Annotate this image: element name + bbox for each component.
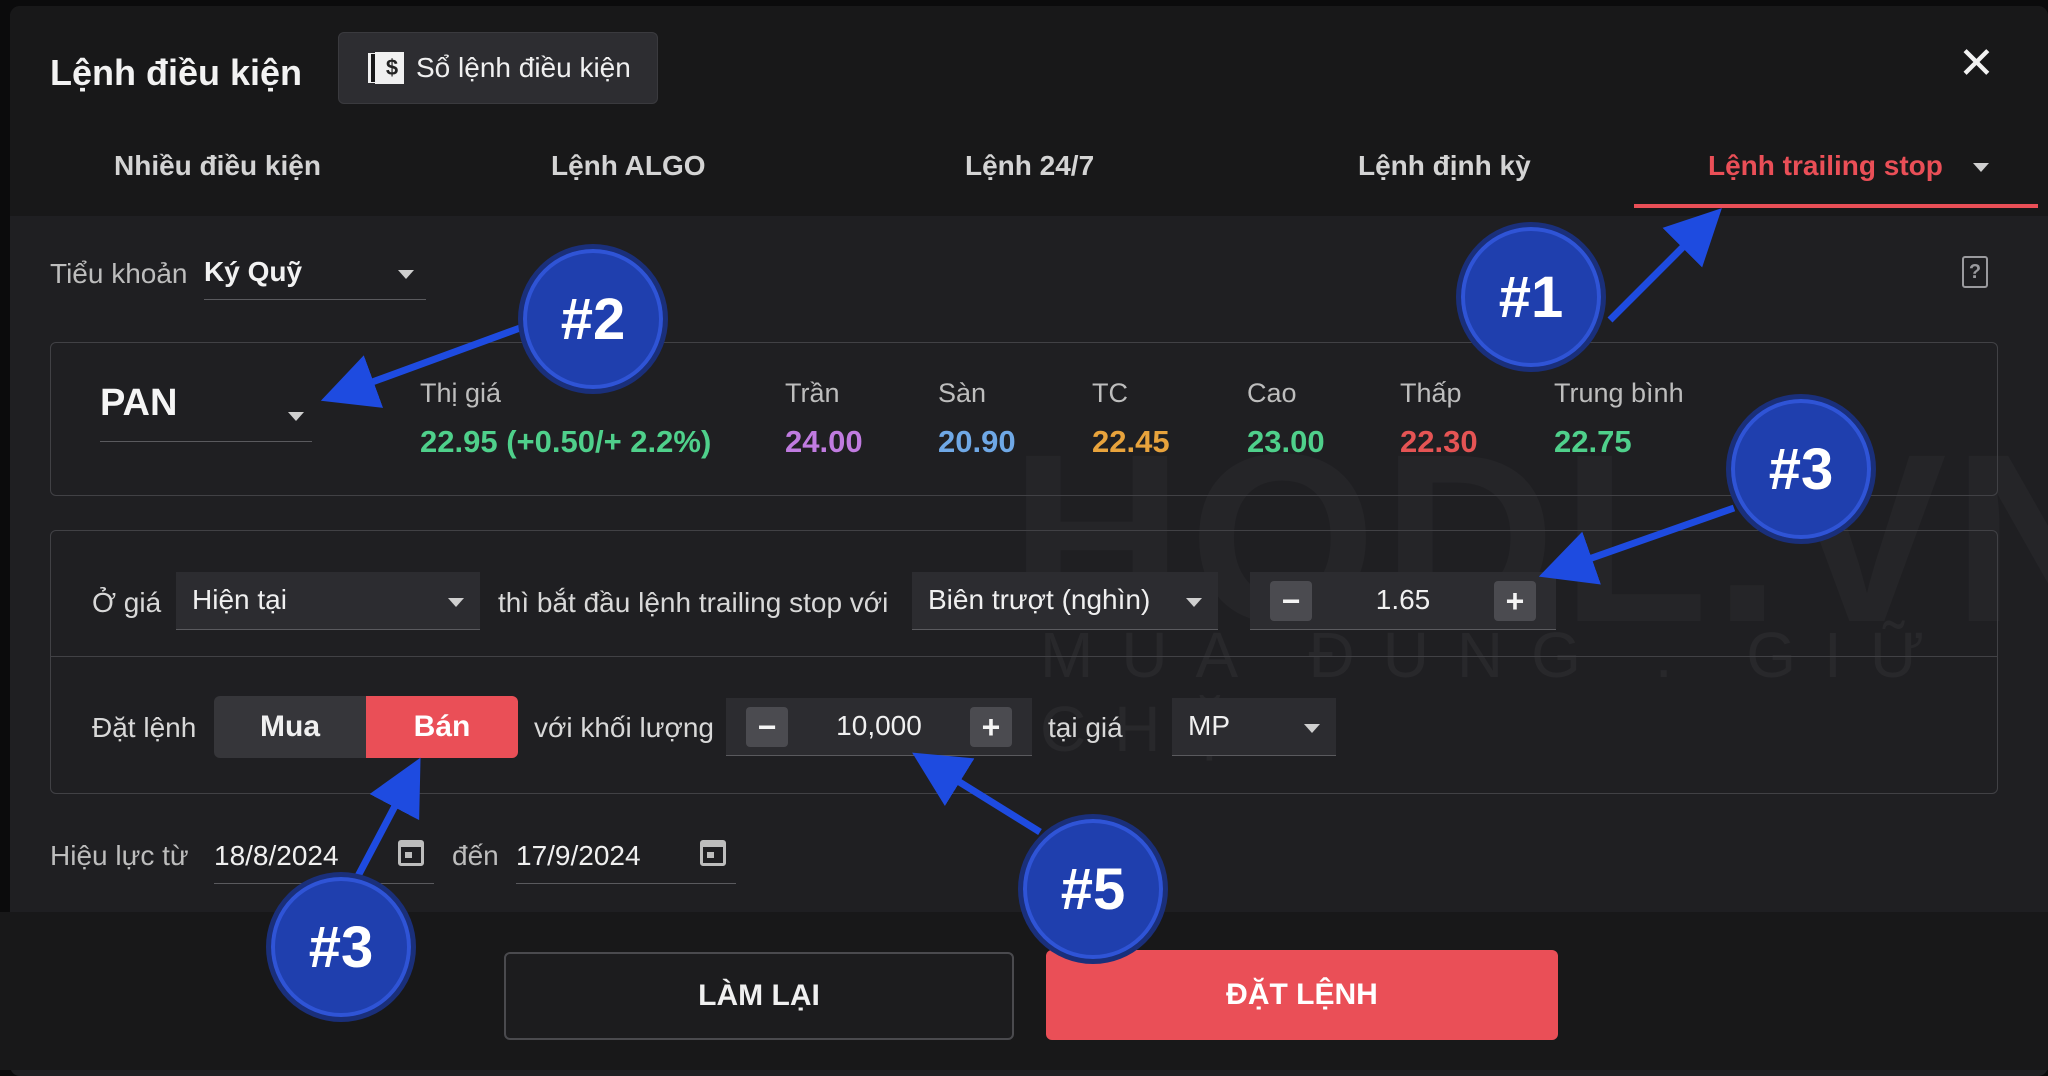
quote-label-market-price: Thị giá (420, 378, 502, 408)
calendar-icon[interactable] (700, 840, 726, 866)
annotation-badge-1: #1 (1456, 222, 1606, 372)
valid-from-label: Hiệu lực từ (50, 840, 189, 871)
place-order-label: Đặt lệnh (92, 712, 197, 743)
order-type-tabs: Nhiều điều kiện Lệnh ALGO Lệnh 24/7 Lệnh… (0, 138, 2048, 210)
price-mode-select[interactable]: Hiện tại (176, 572, 480, 630)
chevron-down-icon (1972, 163, 1989, 173)
valid-to-date[interactable]: 17/9/2024 (516, 826, 736, 884)
tab-trailing-stop[interactable]: Lệnh trailing stop (1708, 150, 1989, 182)
quote-value-ceiling: 24.00 (785, 424, 863, 459)
calendar-icon[interactable] (398, 840, 424, 866)
quote-value-average: 22.75 (1554, 424, 1632, 459)
annotation-badge-3-bottom: #3 (266, 872, 416, 1022)
quote-value-reference: 22.45 (1092, 424, 1170, 459)
book-dollar-icon: $ (375, 52, 404, 84)
annotation-badge-3-top: #3 (1726, 394, 1876, 544)
quote-value-market-price: 22.95 (+0.50/+ 2.2%) (420, 424, 712, 459)
conditional-order-book-button[interactable]: $ Sổ lệnh điều kiện (338, 32, 658, 104)
trailing-start-text: thì bắt đầu lệnh trailing stop với (498, 587, 889, 618)
quantity-stepper: 10,000 − + (726, 698, 1032, 756)
trail-type-value: Biên trượt (nghìn) (928, 584, 1151, 615)
minus-icon[interactable]: − (1270, 581, 1312, 621)
annotation-badge-2: #2 (518, 244, 668, 394)
reset-button[interactable]: LÀM LẠI (504, 952, 1014, 1040)
price-type-value: MP (1188, 710, 1230, 741)
place-order-button[interactable]: ĐẶT LỆNH (1046, 950, 1558, 1040)
symbol-value: PAN (100, 382, 178, 424)
chevron-down-icon (1304, 724, 1320, 733)
sub-account-label: Tiểu khoản (50, 258, 188, 289)
quote-panel (50, 342, 1998, 496)
quote-value-low: 22.30 (1400, 424, 1478, 459)
plus-icon[interactable]: + (1494, 581, 1536, 621)
tab-periodic[interactable]: Lệnh định kỳ (1358, 150, 1531, 182)
chevron-down-icon (288, 412, 304, 421)
plus-icon[interactable]: + (970, 707, 1012, 747)
chevron-down-icon (1186, 598, 1202, 607)
valid-to-label: đến (452, 840, 499, 871)
tab-trailing-stop-label: Lệnh trailing stop (1708, 150, 1943, 181)
buy-button[interactable]: Mua (214, 696, 366, 758)
valid-to-value: 17/9/2024 (516, 840, 641, 871)
symbol-select[interactable]: PAN (100, 382, 312, 442)
tab-24-7[interactable]: Lệnh 24/7 (965, 150, 1094, 182)
tab-algo[interactable]: Lệnh ALGO (551, 150, 706, 182)
help-icon[interactable]: ? (1962, 256, 1988, 288)
quote-label-ceiling: Trần (785, 378, 840, 408)
tab-multi-condition[interactable]: Nhiều điều kiện (114, 150, 321, 182)
quote-label-high: Cao (1247, 378, 1297, 408)
quote-value-high: 23.00 (1247, 424, 1325, 459)
chevron-down-icon (448, 598, 464, 607)
trail-value-stepper: 1.65 − + (1250, 572, 1556, 630)
quote-label-reference: TC (1092, 378, 1128, 408)
condition-divider (50, 656, 1998, 657)
quote-label-low: Thấp (1400, 378, 1462, 408)
valid-from-value: 18/8/2024 (214, 840, 339, 871)
buy-sell-toggle: Mua Bán (214, 696, 518, 758)
modal-title: Lệnh điều kiện (50, 52, 303, 93)
minus-icon[interactable]: − (746, 707, 788, 747)
quote-label-floor: Sàn (938, 378, 987, 408)
quote-label-average: Trung bình (1554, 378, 1684, 408)
book-button-label: Sổ lệnh điều kiện (416, 52, 631, 83)
at-price-label: Ở giá (92, 587, 162, 618)
active-tab-indicator (1634, 204, 2038, 208)
sell-button[interactable]: Bán (366, 696, 518, 758)
close-icon[interactable]: ✕ (1958, 42, 1995, 86)
sub-account-value: Ký Quỹ (204, 256, 303, 287)
annotation-badge-5: #5 (1018, 814, 1168, 964)
chevron-down-icon (398, 270, 414, 279)
price-type-select[interactable]: MP (1172, 698, 1336, 756)
sub-account-select[interactable]: Ký Quỹ (204, 248, 426, 300)
quote-value-floor: 20.90 (938, 424, 1016, 459)
at-price-text: tại giá (1048, 712, 1123, 743)
price-mode-value: Hiện tại (192, 584, 287, 615)
trail-type-select[interactable]: Biên trượt (nghìn) (912, 572, 1218, 630)
with-quantity-text: với khối lượng (534, 712, 714, 743)
